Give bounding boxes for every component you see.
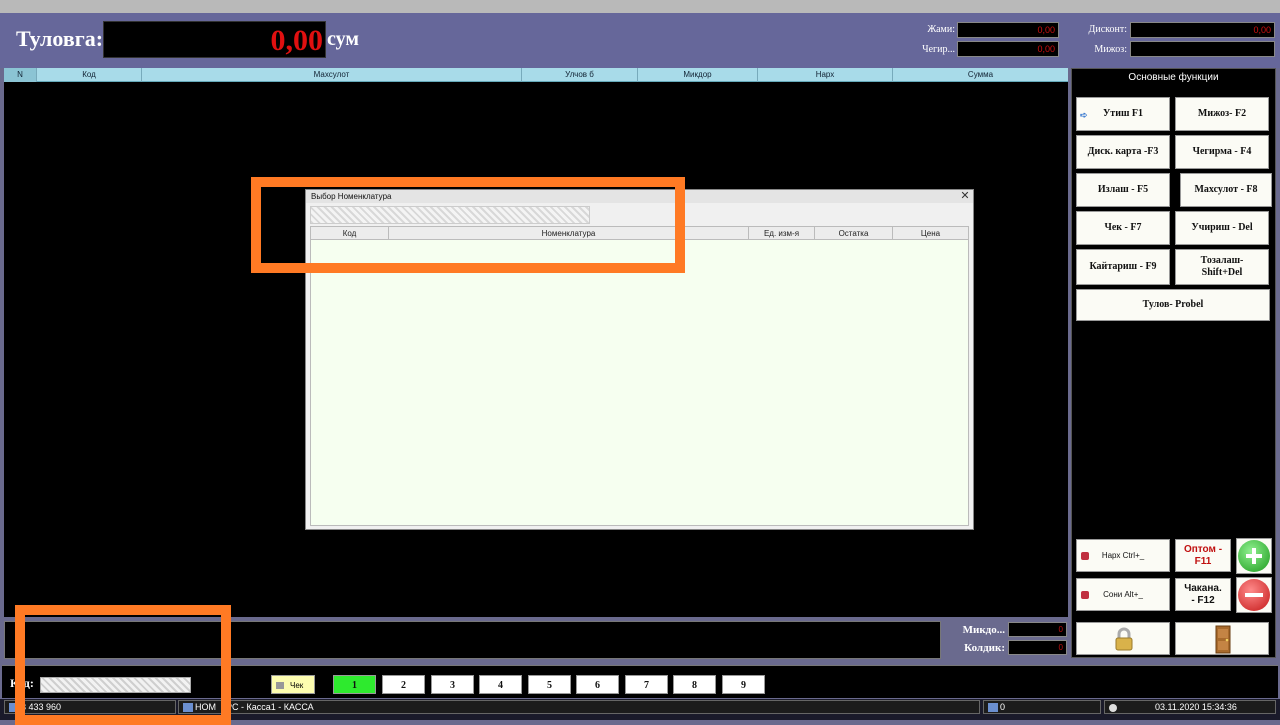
qaytarish-button[interactable]: Кайтариш - F9 — [1076, 249, 1170, 285]
exit-button[interactable] — [1175, 622, 1269, 655]
status-seg-time: 03.11.2020 15:34:36 — [1104, 700, 1276, 714]
dcol-stock[interactable]: Остатка — [815, 227, 893, 240]
printer-icon — [276, 682, 284, 690]
sidebar-title: Основные функции — [1128, 72, 1219, 83]
kolduk-label: Колдик: — [964, 642, 1005, 654]
highlight-box-code — [15, 605, 231, 725]
chegirma-value: 0,00 — [957, 41, 1059, 57]
mikdor-value: 0 — [1008, 622, 1067, 637]
col-narx[interactable]: Нарх — [758, 68, 893, 82]
diskont-label: Дисконт: — [1088, 24, 1127, 35]
chakana-button[interactable]: Чакана. - F12 — [1175, 578, 1231, 611]
lock-icon — [1115, 627, 1133, 651]
mahsulot-button[interactable]: Махсулот - F8 — [1180, 173, 1272, 207]
jami-label: Жами: — [927, 24, 955, 35]
remove-button[interactable] — [1236, 577, 1272, 613]
tab-5[interactable]: 5 — [528, 675, 571, 694]
status-seg-count: 0 — [983, 700, 1101, 714]
col-mahsulot[interactable]: Махсулот — [142, 68, 522, 82]
door-icon — [1215, 625, 1231, 654]
tab-3[interactable]: 3 — [431, 675, 474, 694]
highlight-box-dialog — [251, 177, 685, 273]
dcol-price[interactable]: Цена — [893, 227, 968, 240]
clock-icon — [1109, 703, 1117, 712]
dcol-unit[interactable]: Ед. изм-я — [749, 227, 815, 240]
col-ulchov[interactable]: Улчов б — [522, 68, 638, 82]
col-mikdor[interactable]: Микдор — [638, 68, 758, 82]
tab-2[interactable]: 2 — [382, 675, 425, 694]
add-button[interactable] — [1236, 538, 1272, 574]
chek-button[interactable]: Чек - F7 — [1076, 211, 1170, 245]
arrow-icon: ➪ — [1080, 110, 1088, 120]
col-n[interactable]: N — [4, 68, 37, 82]
tulov-button[interactable]: Тулов- Probel — [1076, 289, 1270, 321]
tab-9[interactable]: 9 — [722, 675, 765, 694]
narx-label: Нарх Ctrl+_ — [1101, 550, 1145, 560]
lock-button[interactable] — [1076, 622, 1170, 655]
mijoz-button[interactable]: Мижоз- F2 — [1175, 97, 1269, 131]
disk-karta-button[interactable]: Диск. карта -F3 — [1076, 135, 1170, 169]
uchirish-button[interactable]: Учириш - Del — [1175, 211, 1269, 245]
col-summa[interactable]: Сумма — [893, 68, 1068, 82]
utish-button[interactable]: ➪ Утиш F1 — [1076, 97, 1170, 131]
izlash-button[interactable]: Излаш - F5 — [1076, 173, 1170, 207]
narx-button[interactable]: Нарх Ctrl+_ — [1076, 539, 1170, 572]
grid-header: N Код Махсулот Улчов б Микдор Нарх Сумма — [4, 68, 1068, 82]
mikdor-label: Микдо... — [962, 624, 1005, 636]
kolduk-value: 0 — [1008, 640, 1067, 655]
status-register: PC - Касса1 - КАССА — [226, 702, 314, 712]
jami-value: 0,00 — [957, 22, 1059, 38]
chegirma-label: Чегир... — [922, 44, 955, 55]
close-icon[interactable]: ✕ — [958, 190, 972, 203]
utish-label: Утиш F1 — [1102, 108, 1144, 119]
status-seg-host: НОМ PC - Касса1 - КАССА — [178, 700, 980, 714]
pay-amount-display: 0,00 — [103, 21, 326, 58]
minus-icon — [1238, 579, 1270, 611]
pay-label: Туловга: — [16, 26, 104, 51]
status-datetime: 03.11.2020 15:34:36 — [1155, 702, 1237, 712]
plus-icon — [1238, 540, 1270, 572]
pay-unit: сум — [327, 28, 359, 50]
soni-button[interactable]: Сони Alt+_ — [1076, 578, 1170, 611]
chegirma-button[interactable]: Чегирма - F4 — [1175, 135, 1269, 169]
tab-4[interactable]: 4 — [479, 675, 522, 694]
mijoz-field[interactable] — [1130, 41, 1275, 57]
tab-1[interactable]: 1 — [333, 675, 376, 694]
chek-tab-label: Чек — [290, 681, 304, 690]
users-icon — [988, 703, 998, 713]
tozalash-button[interactable]: Тозалаш- Shift+Del — [1175, 249, 1269, 285]
price-icon — [1081, 552, 1089, 560]
top-strip — [0, 0, 1280, 13]
mijoz-label: Мижоз: — [1094, 44, 1127, 55]
col-kod[interactable]: Код — [37, 68, 142, 82]
diskont-value: 0,00 — [1130, 22, 1275, 38]
quantity-icon — [1081, 591, 1089, 599]
status-count: 0 — [1000, 702, 1006, 712]
tab-7[interactable]: 7 — [625, 675, 668, 694]
tab-8[interactable]: 8 — [673, 675, 716, 694]
chek-tab[interactable]: Чек — [271, 675, 315, 694]
soni-label: Сони Alt+_ — [1103, 589, 1143, 599]
tab-6[interactable]: 6 — [576, 675, 619, 694]
optom-button[interactable]: Оптом - F11 — [1175, 539, 1231, 572]
